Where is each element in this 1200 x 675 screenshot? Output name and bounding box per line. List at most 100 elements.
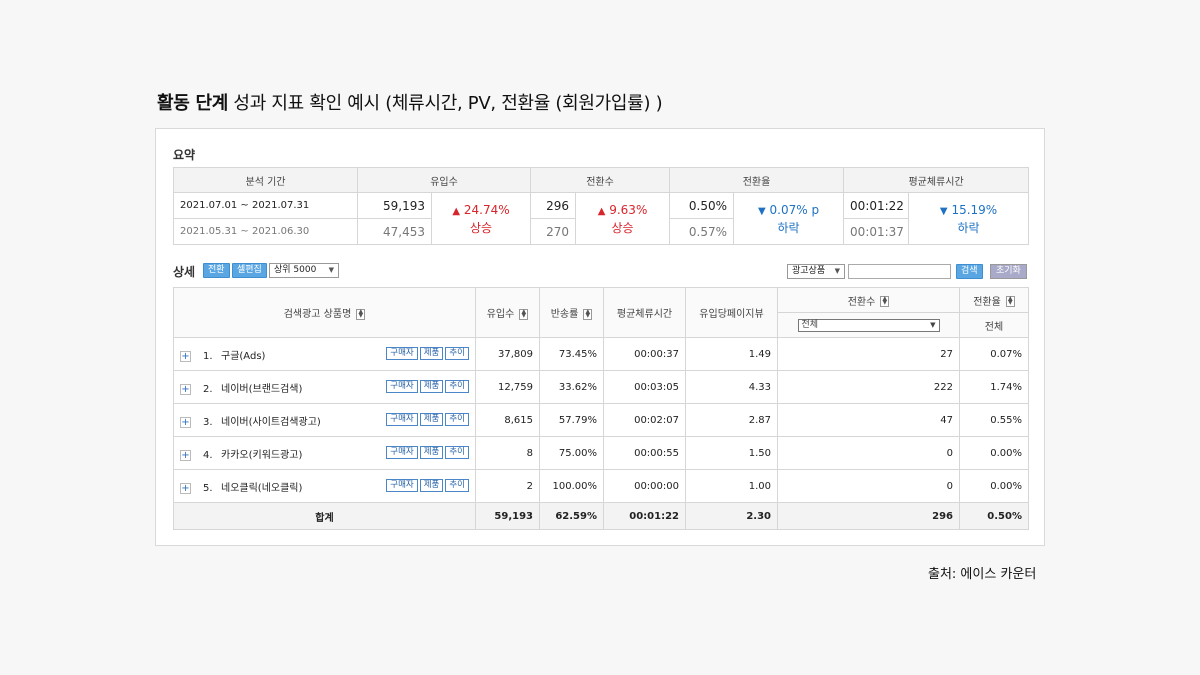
expand-plus-icon[interactable]: + <box>180 449 191 461</box>
inflow-cell: 8,615 <box>475 403 540 437</box>
row-index: 2. <box>203 383 213 395</box>
top-n-select[interactable]: 상위 5000 ▼ <box>269 263 339 278</box>
convert-button[interactable]: 전환 <box>203 263 230 278</box>
arrow-down-icon: ▼ <box>939 205 948 217</box>
sort-icon[interactable]: ▲ ▼ <box>519 308 529 320</box>
product-button[interactable]: 제품 <box>419 379 444 393</box>
conversions-cell: 27 <box>777 337 960 371</box>
row-tags: 구매자 제품 추이 <box>384 445 469 459</box>
conversions-cell: 47 <box>777 403 960 437</box>
product-button[interactable]: 제품 <box>419 412 444 426</box>
conversion-filter-value: 전체 <box>801 319 819 330</box>
header-product[interactable]: 검색광고 상품명 ▲ ▼ <box>173 287 476 338</box>
expand-plus-icon[interactable]: + <box>180 350 191 362</box>
summary-header-conversions: 전환수 <box>530 167 671 193</box>
pv-cell: 1.00 <box>685 469 778 503</box>
product-button[interactable]: 제품 <box>419 346 444 360</box>
inflow-cell: 2 <box>475 469 540 503</box>
expand-plus-icon[interactable]: + <box>180 416 191 428</box>
sort-icon[interactable]: ▲ ▼ <box>880 296 890 307</box>
row-tags: 구매자 제품 추이 <box>384 412 469 426</box>
product-button[interactable]: 제품 <box>419 478 444 492</box>
header-bounce-label: 반송률 <box>550 309 579 320</box>
bounce-cell: 75.00% <box>539 436 604 470</box>
row-index: 4. <box>203 449 213 461</box>
chevron-down-icon: ▼ <box>834 267 840 275</box>
conversion-filter-select[interactable]: 전체 ▼ <box>797 318 940 332</box>
conv-rate-cell: 0.00% <box>959 436 1029 470</box>
total-stay: 00:01:22 <box>603 502 686 530</box>
product-cell: +3. 네이버(사이트검색광고) 구매자 제품 추이 <box>173 403 476 437</box>
avg-stay-change-dir: 하락 <box>957 220 980 235</box>
arrow-up-icon: ▲ <box>452 205 461 217</box>
cell-edit-button[interactable]: 셀편집 <box>232 263 267 278</box>
header-inflow[interactable]: 유입수 ▲ ▼ <box>475 287 540 338</box>
conversions-change-dir: 상승 <box>611 220 634 235</box>
arrow-up-icon: ▲ <box>597 205 606 217</box>
product-cell: +2. 네이버(브랜드검색) 구매자 제품 추이 <box>173 370 476 404</box>
buyer-button[interactable]: 구매자 <box>386 412 418 426</box>
conv-rate-current: 0.50% <box>669 192 735 219</box>
sort-icon[interactable]: ▲ ▼ <box>1005 296 1015 307</box>
buyer-button[interactable]: 구매자 <box>386 379 418 393</box>
stay-cell: 00:02:07 <box>603 403 686 437</box>
row-index: 3. <box>203 416 213 428</box>
product-name: 구글(Ads) <box>221 350 266 362</box>
stay-cell: 00:00:55 <box>603 436 686 470</box>
header-conversions-label: 전환수 <box>847 296 876 308</box>
buyer-button[interactable]: 구매자 <box>386 346 418 360</box>
header-conv-rate[interactable]: 전환율 ▲ ▼ <box>959 287 1029 313</box>
summary-header-avg-stay: 평균체류시간 <box>843 167 1030 193</box>
trend-button[interactable]: 추이 <box>445 445 469 459</box>
conversions-previous: 270 <box>530 218 577 245</box>
chevron-down-icon: ▼ <box>930 320 936 329</box>
arrow-down-icon: ▼ <box>757 205 766 217</box>
header-inflow-label: 유입수 <box>486 309 515 320</box>
search-button[interactable]: 검색 <box>956 264 983 279</box>
buyer-button[interactable]: 구매자 <box>386 478 418 492</box>
conversion-filter-cell: 전체 ▼ <box>777 312 960 338</box>
header-product-label: 검색광고 상품명 <box>283 309 352 320</box>
avg-stay-previous: 00:01:37 <box>843 218 910 245</box>
summary-header-conv-rate: 전환율 <box>669 167 845 193</box>
slide-title-rest: 성과 지표 확인 예시 (체류시간, PV, 전환율 (회원가입률) ) <box>228 93 663 114</box>
buyer-button[interactable]: 구매자 <box>386 445 418 459</box>
row-tags: 구매자 제품 추이 <box>384 379 469 393</box>
previous-period: 2021.05.31 ~ 2021.06.30 <box>173 218 358 245</box>
table-row: +3. 네이버(사이트검색광고) 구매자 제품 추이 8,615 57.79% 00:02:0… <box>173 403 1029 437</box>
table-row: +1. 구글(Ads) 구매자 제품 추이 37,809 73.45% 00:00:37 1.4… <box>173 337 1029 371</box>
header-conv-rate-label: 전환율 <box>973 296 1001 308</box>
row-tags: 구매자 제품 추이 <box>384 478 469 492</box>
summary-label: 요약 <box>173 148 196 162</box>
search-input[interactable] <box>848 264 951 279</box>
trend-button[interactable]: 추이 <box>445 379 469 393</box>
trend-button[interactable]: 추이 <box>445 346 469 360</box>
stay-cell: 00:00:00 <box>603 469 686 503</box>
bounce-cell: 73.45% <box>539 337 604 371</box>
conversions-change: ▲ 9.63% 상승 <box>575 192 671 245</box>
conversions-cell: 222 <box>777 370 960 404</box>
conv-rate-change-dir: 하락 <box>777 220 800 235</box>
trend-button[interactable]: 추이 <box>445 478 469 492</box>
stay-cell: 00:03:05 <box>603 370 686 404</box>
total-pv: 2.30 <box>685 502 778 530</box>
inflow-cell: 8 <box>475 436 540 470</box>
header-conversions[interactable]: 전환수 ▲ ▼ <box>777 287 960 313</box>
pv-cell: 2.87 <box>685 403 778 437</box>
total-conversions: 296 <box>777 502 960 530</box>
trend-button[interactable]: 추이 <box>445 412 469 426</box>
header-avg-stay: 평균체류시간 <box>603 287 686 338</box>
expand-plus-icon[interactable]: + <box>180 383 191 395</box>
conv-rate-cell: 0.00% <box>959 469 1029 503</box>
ad-product-select[interactable]: 광고상품 ▼ <box>787 264 845 279</box>
product-name: 네이버(브랜드검색) <box>221 383 303 395</box>
conversions-change-value: 9.63% <box>609 202 648 217</box>
expand-plus-icon[interactable]: + <box>180 482 191 494</box>
product-cell: +5. 네오클릭(네오클릭) 구매자 제품 추이 <box>173 469 476 503</box>
sort-icon[interactable]: ▲ ▼ <box>356 308 366 320</box>
reset-button[interactable]: 초기화 <box>990 264 1027 279</box>
sort-icon[interactable]: ▲ ▼ <box>583 308 593 320</box>
header-bounce[interactable]: 반송률 ▲ ▼ <box>539 287 604 338</box>
product-button[interactable]: 제품 <box>419 445 444 459</box>
slide-title-bold: 활동 단계 <box>157 93 229 114</box>
